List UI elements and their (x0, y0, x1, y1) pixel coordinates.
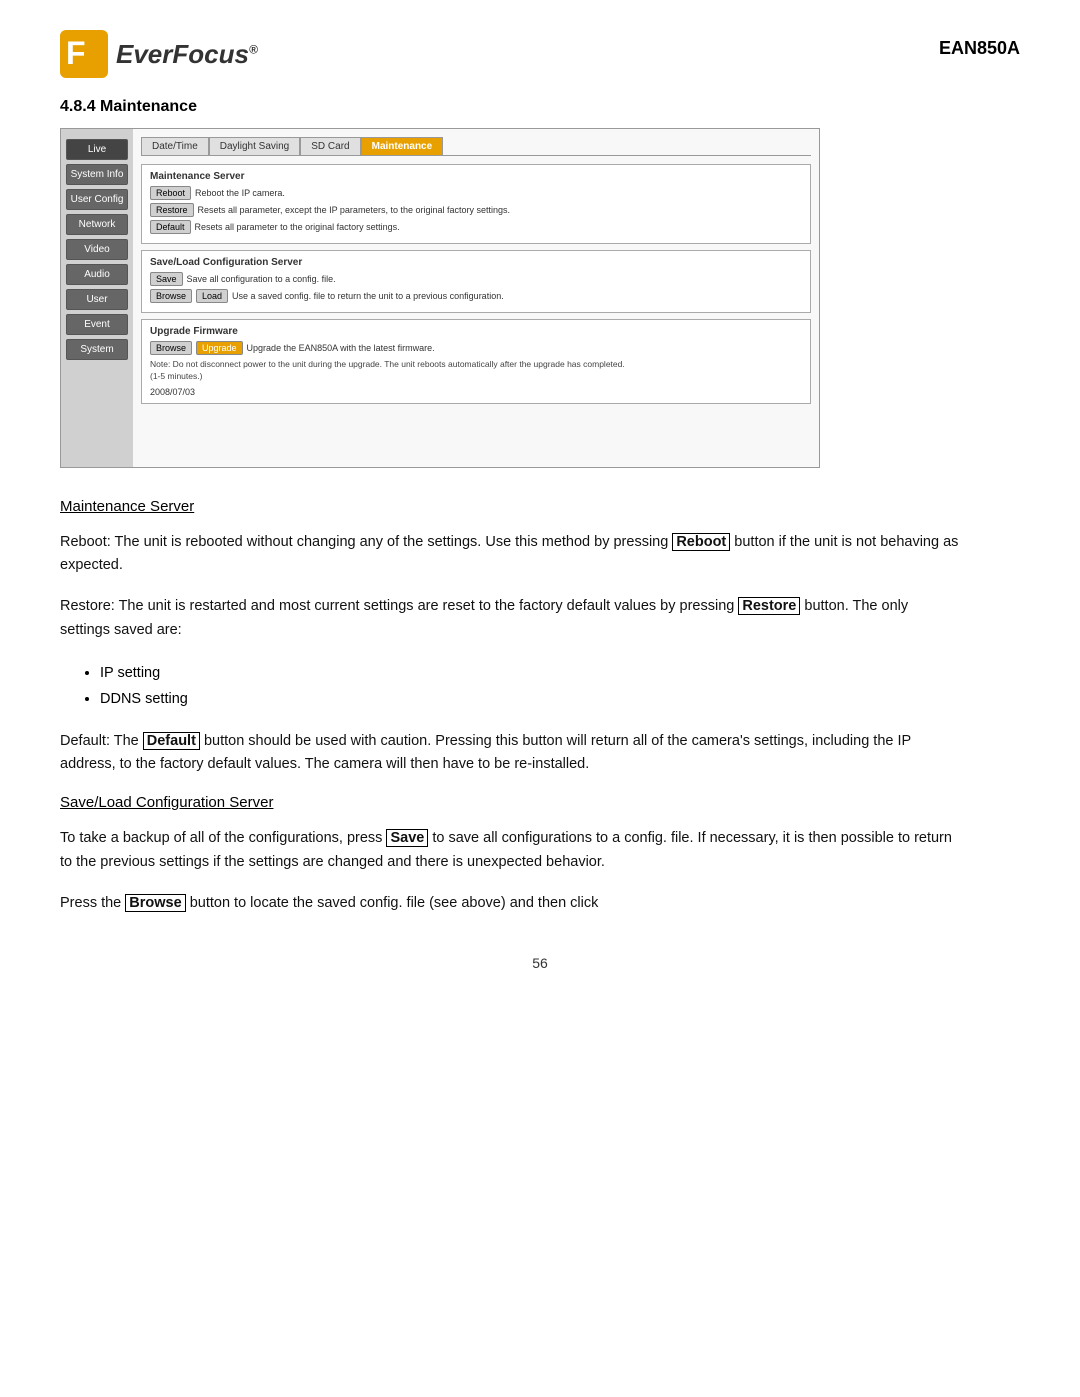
save-load-heading: Save/Load Configuration Server (60, 794, 960, 811)
reboot-paragraph: Reboot: The unit is rebooted without cha… (60, 531, 960, 577)
ui-tabs: Date/Time Daylight Saving SD Card Mainte… (141, 137, 811, 156)
sidebar-item-system[interactable]: System (66, 339, 128, 360)
default-button[interactable]: Default (150, 220, 191, 234)
upgrade-firmware-panel: Upgrade Firmware Browse Upgrade Upgrade … (141, 319, 811, 404)
tab-datetime[interactable]: Date/Time (141, 137, 209, 155)
page-header: F EverFocus® EAN850A (60, 30, 1020, 78)
tab-daylight-saving[interactable]: Daylight Saving (209, 137, 300, 155)
restore-row: Restore Resets all parameter, except the… (150, 203, 802, 217)
reboot-description: Reboot the IP camera. (195, 188, 285, 198)
document-body: Maintenance Server Reboot: The unit is r… (60, 498, 960, 915)
logo: F EverFocus® (60, 30, 258, 78)
browse-inline-button: Browse (125, 894, 185, 912)
everfocus-logo-icon: F (60, 30, 108, 78)
save-load-title: Save/Load Configuration Server (150, 257, 802, 268)
default-row: Default Resets all parameter to the orig… (150, 220, 802, 234)
browse-paragraph: Press the Browse button to locate the sa… (60, 892, 960, 915)
restore-description: Resets all parameter, except the IP para… (198, 205, 511, 215)
sidebar-item-event[interactable]: Event (66, 314, 128, 335)
tab-maintenance[interactable]: Maintenance (361, 137, 444, 155)
sidebar-item-system-info[interactable]: System Info (66, 164, 128, 185)
save-row: Save Save all configuration to a config.… (150, 272, 802, 286)
ui-screenshot: Live System Info User Config Network Vid… (60, 128, 820, 468)
default-description: Resets all parameter to the original fac… (195, 222, 400, 232)
sidebar-item-video[interactable]: Video (66, 239, 128, 260)
firmware-date: 2008/07/03 (150, 387, 802, 397)
save-button[interactable]: Save (150, 272, 183, 286)
restore-button[interactable]: Restore (150, 203, 194, 217)
list-item-ddns: DDNS setting (100, 686, 960, 712)
restore-paragraph: Restore: The unit is restarted and most … (60, 595, 960, 641)
load-row: Browse Load Use a saved config. file to … (150, 289, 802, 303)
maintenance-server-title: Maintenance Server (150, 171, 802, 182)
save-description: Save all configuration to a config. file… (187, 274, 336, 284)
save-load-paragraph: To take a backup of all of the configura… (60, 827, 960, 873)
maintenance-server-heading: Maintenance Server (60, 498, 960, 515)
sidebar-item-user-config[interactable]: User Config (66, 189, 128, 210)
upgrade-note: Note: Do not disconnect power to the uni… (150, 359, 802, 383)
default-paragraph: Default: The Default button should be us… (60, 730, 960, 776)
section-heading: 4.8.4 Maintenance (60, 98, 1020, 116)
sidebar-item-network[interactable]: Network (66, 214, 128, 235)
upgrade-description: Upgrade the EAN850A with the latest firm… (247, 343, 435, 353)
sidebar-item-audio[interactable]: Audio (66, 264, 128, 285)
upgrade-firmware-title: Upgrade Firmware (150, 326, 802, 337)
sidebar-item-live[interactable]: Live (66, 139, 128, 160)
browse-config-button[interactable]: Browse (150, 289, 192, 303)
save-load-panel: Save/Load Configuration Server Save Save… (141, 250, 811, 313)
load-button[interactable]: Load (196, 289, 228, 303)
model-number: EAN850A (939, 38, 1020, 59)
ui-sidebar: Live System Info User Config Network Vid… (61, 129, 133, 467)
reboot-inline-button: Reboot (672, 533, 730, 551)
page-number: 56 (60, 955, 1020, 971)
svg-text:F: F (66, 35, 86, 71)
settings-list: IP setting DDNS setting (100, 660, 960, 712)
browse-firmware-button[interactable]: Browse (150, 341, 192, 355)
logo-text: EverFocus® (116, 39, 258, 69)
load-description: Use a saved config. file to return the u… (232, 291, 504, 301)
maintenance-server-panel: Maintenance Server Reboot Reboot the IP … (141, 164, 811, 244)
tab-sd-card[interactable]: SD Card (300, 137, 360, 155)
upgrade-row: Browse Upgrade Upgrade the EAN850A with … (150, 341, 802, 355)
reboot-row: Reboot Reboot the IP camera. (150, 186, 802, 200)
upgrade-button[interactable]: Upgrade (196, 341, 243, 355)
ui-main-area: Date/Time Daylight Saving SD Card Mainte… (133, 129, 819, 467)
sidebar-item-user[interactable]: User (66, 289, 128, 310)
save-inline-button: Save (386, 829, 428, 847)
list-item-ip: IP setting (100, 660, 960, 686)
restore-inline-button: Restore (738, 597, 800, 615)
reboot-button[interactable]: Reboot (150, 186, 191, 200)
default-inline-button: Default (143, 732, 200, 750)
